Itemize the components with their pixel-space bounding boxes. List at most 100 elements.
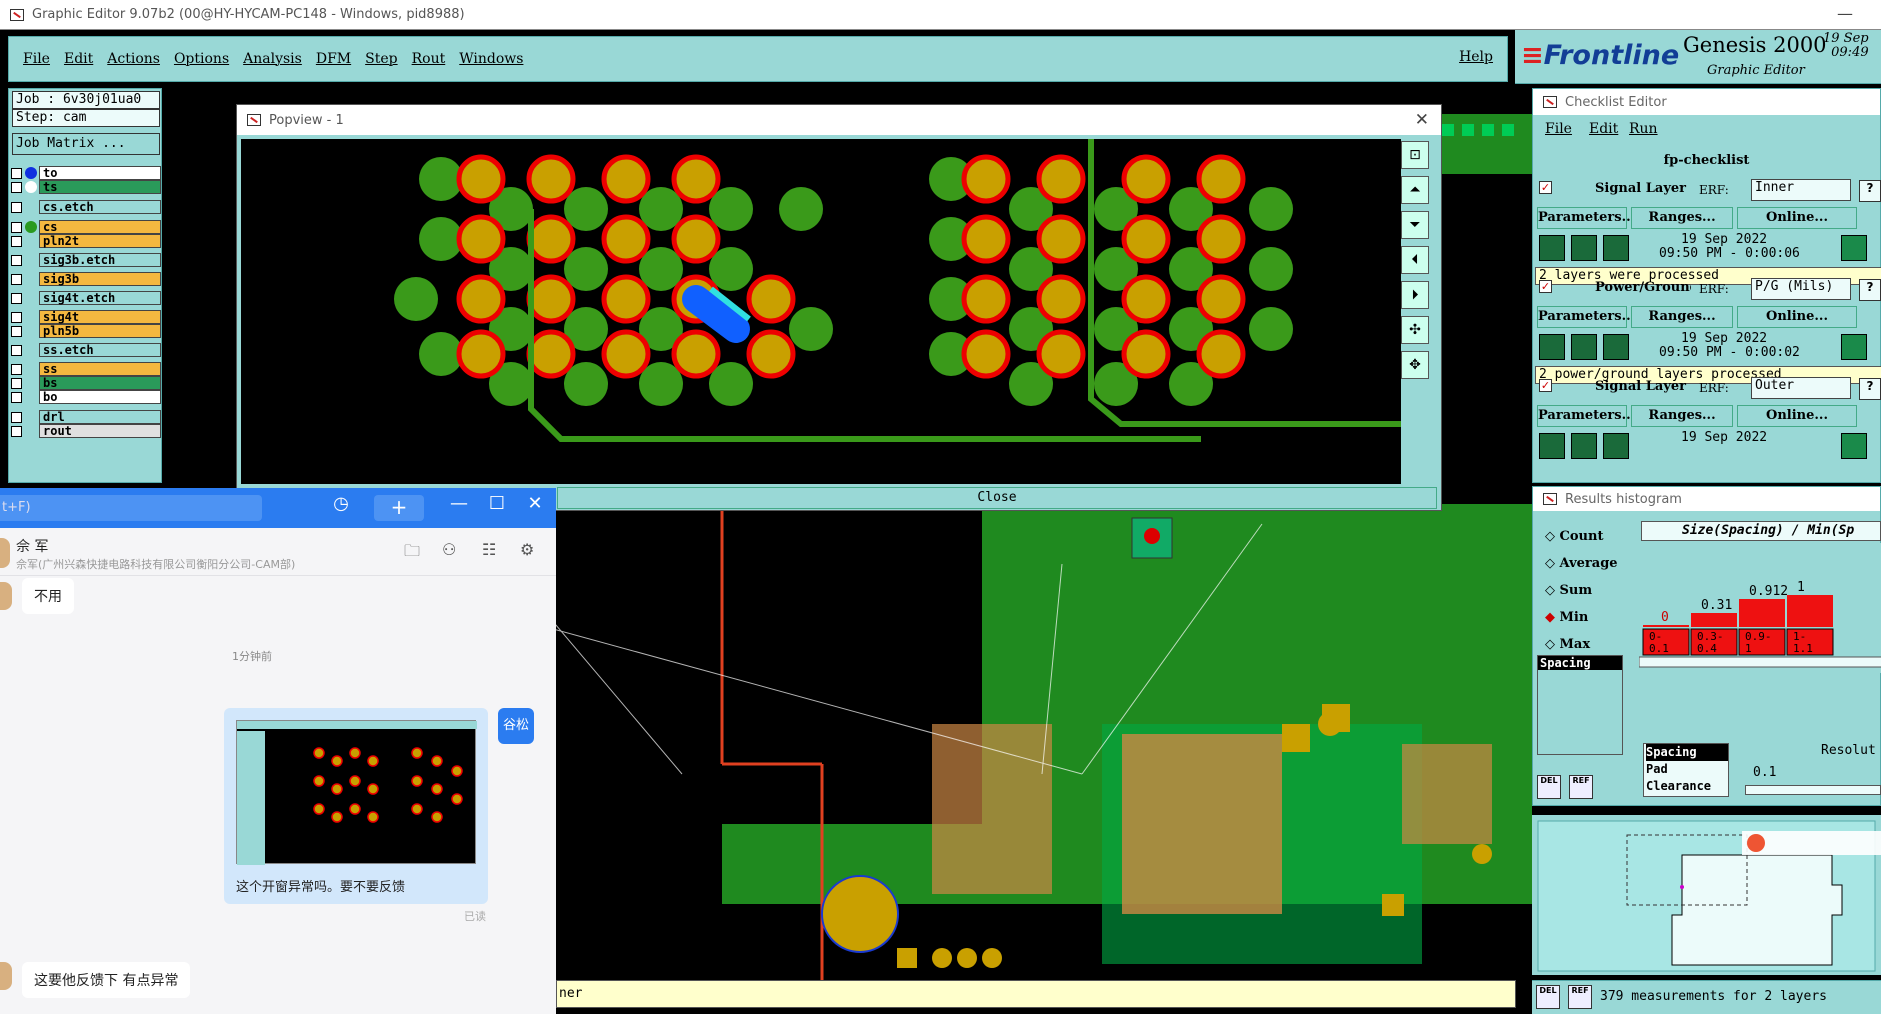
bottom-del-button[interactable]: DEL — [1536, 985, 1560, 1009]
menu-analysis[interactable]: Analysis — [243, 51, 302, 67]
layer-name[interactable]: cs.etch — [39, 200, 161, 214]
action-checkbox[interactable]: ✓ — [1539, 379, 1552, 392]
zoom-results-icon[interactable] — [1841, 334, 1867, 360]
chat-close-icon[interactable]: ✕ — [520, 493, 550, 514]
help-icon[interactable]: ? — [1859, 378, 1881, 400]
run-all-icon[interactable] — [1603, 334, 1629, 360]
menu-dfm[interactable]: DFM — [316, 51, 351, 67]
layer-checkbox[interactable] — [11, 344, 22, 356]
run-icon[interactable] — [1539, 235, 1565, 261]
run-icon[interactable] — [1539, 433, 1565, 459]
layer-name[interactable]: ss — [39, 362, 161, 376]
layer-name[interactable]: to — [39, 166, 161, 180]
layer-name[interactable]: pln2t — [39, 234, 161, 248]
online-button[interactable]: Online... — [1737, 207, 1857, 229]
layer-checkbox[interactable] — [11, 201, 22, 213]
run-step-icon[interactable] — [1571, 433, 1597, 459]
erf-field[interactable]: Outer — [1751, 377, 1851, 399]
layer-checkbox[interactable] — [11, 273, 22, 285]
option-average[interactable]: ◇ Average — [1545, 556, 1618, 571]
zoom-out-icon[interactable]: ✥ — [1401, 351, 1429, 379]
zoom-home-icon[interactable]: ⊡ — [1401, 141, 1429, 169]
run-step-icon[interactable] — [1571, 235, 1597, 261]
measure-list-item[interactable]: Spacing — [1538, 656, 1622, 670]
ranges-button[interactable]: Ranges... — [1631, 306, 1733, 328]
type-spacing[interactable]: Spacing — [1646, 744, 1728, 761]
layer-checkbox[interactable] — [11, 292, 22, 304]
layer-row-ts[interactable]: ts — [11, 179, 161, 195]
erf-field[interactable]: Inner — [1751, 179, 1851, 201]
layer-row-sig3b[interactable]: sig3b — [11, 271, 161, 287]
layer-row-ss-etch[interactable]: ss.etch — [11, 342, 161, 358]
checklist-menu-run[interactable]: Run — [1629, 121, 1658, 137]
layer-checkbox[interactable] — [11, 363, 22, 375]
run-icon[interactable] — [1539, 334, 1565, 360]
layer-checkbox[interactable] — [11, 325, 22, 337]
menu-step[interactable]: Step — [365, 51, 397, 67]
job-matrix-button[interactable]: Job Matrix ... — [12, 133, 160, 155]
run-all-icon[interactable] — [1603, 433, 1629, 459]
option-max[interactable]: ◇ Max — [1545, 637, 1590, 652]
action-name[interactable]: Signal Layer Ch — [1573, 181, 1691, 203]
checklist-menu-edit[interactable]: Edit — [1589, 121, 1618, 137]
online-button[interactable]: Online... — [1737, 306, 1857, 328]
erf-field[interactable]: P/G (Mils) — [1751, 278, 1851, 300]
menu-actions[interactable]: Actions — [107, 51, 160, 67]
minimize-icon[interactable]: — — [1837, 4, 1853, 23]
action-name[interactable]: Signal Layer Ch — [1573, 379, 1691, 401]
layer-row-sig3b-etch[interactable]: sig3b.etch — [11, 252, 161, 268]
parameters-button[interactable]: Parameters... — [1537, 306, 1635, 328]
menu-options[interactable]: Options — [174, 51, 229, 67]
help-icon[interactable]: ? — [1859, 180, 1881, 202]
action-checkbox[interactable]: ✓ — [1539, 280, 1552, 293]
layer-checkbox[interactable] — [11, 377, 22, 389]
search-history-icon[interactable]: ☷ — [482, 540, 496, 559]
layer-checkbox[interactable] — [11, 221, 22, 233]
layer-checkbox[interactable] — [11, 235, 22, 247]
layer-checkbox[interactable] — [11, 411, 22, 423]
popview-canvas[interactable] — [241, 139, 1401, 484]
measure-list[interactable]: Spacing — [1537, 655, 1623, 755]
action-name[interactable]: Power/Ground C — [1573, 280, 1691, 302]
image-message[interactable]: 这个开窗异常吗。要不要反馈 — [224, 708, 488, 904]
menu-help[interactable]: Help — [1459, 49, 1493, 65]
layer-checkbox[interactable] — [11, 181, 22, 193]
layer-name[interactable]: sig4t — [39, 310, 161, 324]
option-count[interactable]: ◇ Count — [1545, 529, 1603, 544]
menu-file[interactable]: File — [23, 51, 50, 67]
layer-row-pln2t[interactable]: pln2t — [11, 233, 161, 249]
new-chat-button[interactable]: + — [374, 495, 424, 521]
action-checkbox[interactable]: ✓ — [1539, 181, 1552, 194]
layer-row-bo[interactable]: bo — [11, 389, 161, 405]
layer-name[interactable]: sig3b.etch — [39, 253, 161, 267]
layer-checkbox[interactable] — [11, 311, 22, 323]
zoom-results-icon[interactable] — [1841, 235, 1867, 261]
menu-rout[interactable]: Rout — [412, 51, 446, 67]
pan-up-icon[interactable]: ⏶ — [1401, 176, 1429, 204]
ref-button[interactable]: REF — [1569, 775, 1593, 799]
parameters-button[interactable]: Parameters... — [1537, 207, 1635, 229]
chat-minimize-icon[interactable]: — — [444, 493, 474, 514]
layer-checkbox[interactable] — [11, 254, 22, 266]
folder-icon[interactable]: 🗀 — [404, 540, 420, 567]
bottom-ref-button[interactable]: REF — [1568, 985, 1592, 1009]
run-all-icon[interactable] — [1603, 235, 1629, 261]
layer-row-cs-etch[interactable]: cs.etch — [11, 199, 161, 215]
layer-name[interactable]: rout — [39, 424, 161, 438]
chat-search-input[interactable]: t+F) — [0, 495, 262, 521]
option-min[interactable]: ◆ Min — [1545, 610, 1588, 625]
menu-windows[interactable]: Windows — [459, 51, 523, 67]
layer-checkbox[interactable] — [11, 167, 22, 179]
layer-name[interactable]: pln5b — [39, 324, 161, 338]
layer-row-rout[interactable]: rout — [11, 423, 161, 439]
layer-name[interactable]: ts — [39, 180, 161, 194]
layer-checkbox[interactable] — [11, 425, 22, 437]
zoom-in-icon[interactable]: ✣ — [1401, 316, 1429, 344]
parameters-button[interactable]: Parameters... — [1537, 405, 1635, 427]
layer-name[interactable]: sig3b — [39, 272, 161, 286]
layer-name[interactable]: drl — [39, 410, 161, 424]
option-sum[interactable]: ◇ Sum — [1545, 583, 1592, 598]
layer-checkbox[interactable] — [11, 391, 22, 403]
layer-name[interactable]: cs — [39, 220, 161, 234]
layer-name[interactable]: ss.etch — [39, 343, 161, 357]
